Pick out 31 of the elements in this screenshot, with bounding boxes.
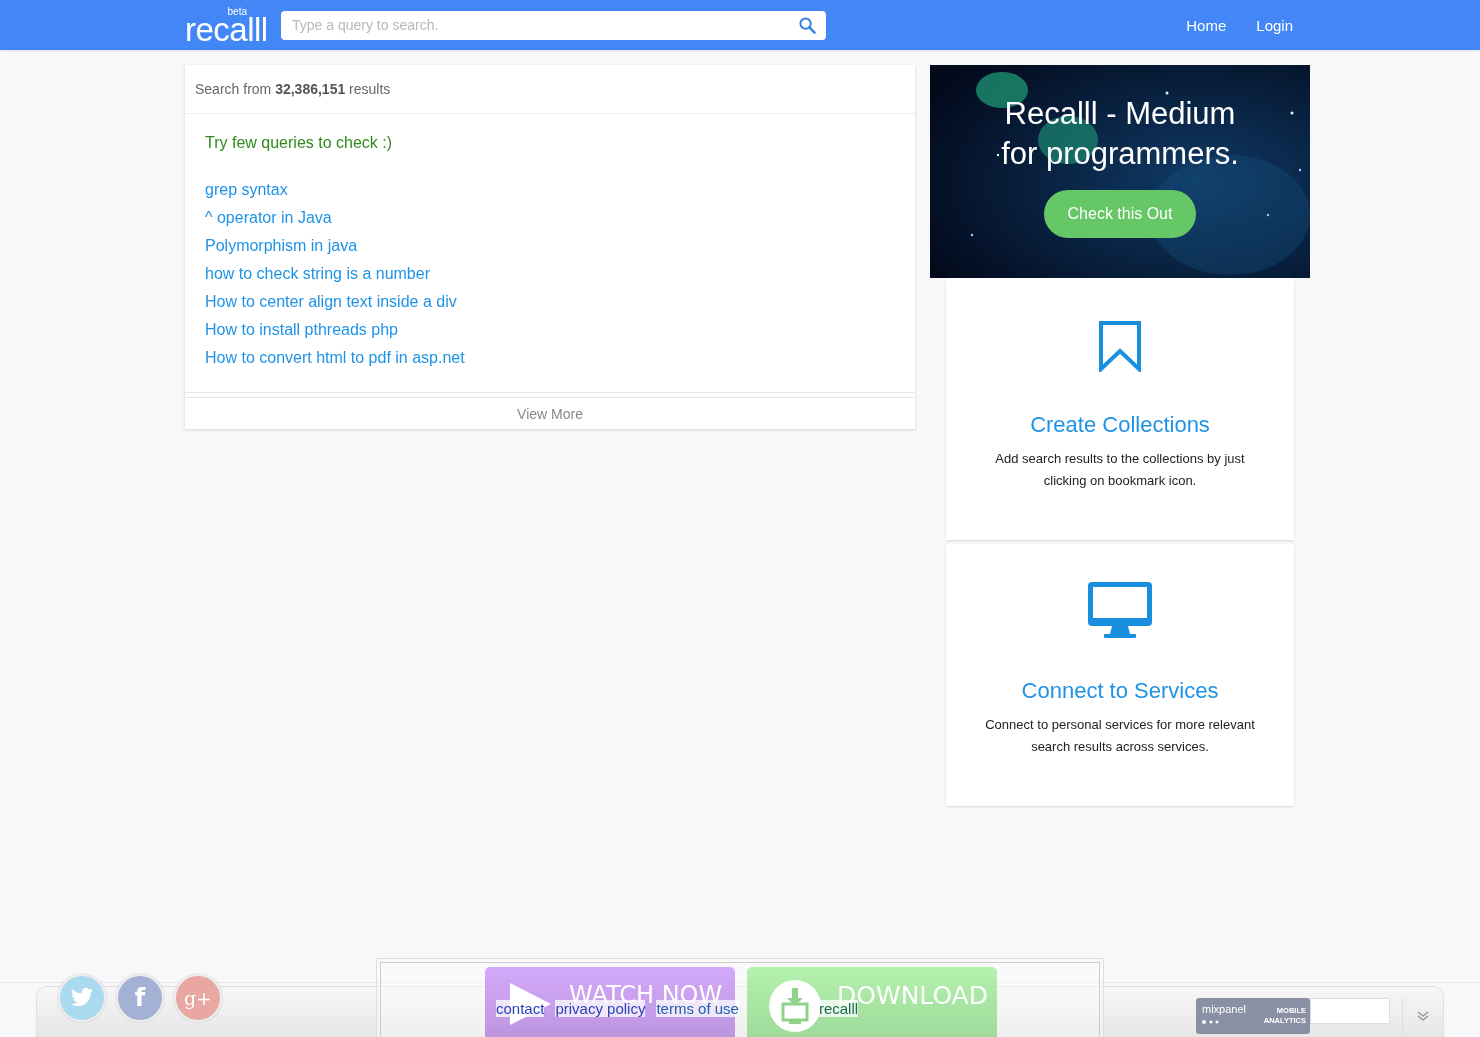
results-summary: Search from 32,386,151 results bbox=[185, 65, 915, 114]
view-more-button[interactable]: View More bbox=[185, 397, 915, 429]
footer-link[interactable]: contact bbox=[496, 1000, 545, 1017]
query-link[interactable]: ^ operator in Java bbox=[205, 204, 332, 232]
search-field[interactable]: Type a query to search. bbox=[281, 10, 826, 40]
check-out-button[interactable]: Check this Out bbox=[1044, 190, 1196, 238]
query-link[interactable]: grep syntax bbox=[205, 176, 288, 204]
query-link[interactable]: How to convert html to pdf in asp.net bbox=[205, 344, 465, 372]
promo-title: Recalll - Medium for programmers. bbox=[1001, 95, 1239, 173]
query-link[interactable]: How to center align text inside a div bbox=[205, 288, 457, 316]
download-icon bbox=[769, 980, 821, 1032]
nav-link[interactable]: Login bbox=[1256, 16, 1293, 34]
query-link[interactable]: How to install pthreads php bbox=[205, 316, 398, 344]
feature-description: Add search results to the collections by just clicking on bookmark icon. bbox=[994, 450, 1246, 490]
twitter-button[interactable] bbox=[58, 974, 106, 1022]
feature-title: Create Collections bbox=[1030, 412, 1210, 438]
bird-icon bbox=[70, 988, 94, 1008]
search-icon[interactable] bbox=[799, 16, 816, 34]
nav-link[interactable]: Home bbox=[1186, 16, 1227, 34]
footer-link[interactable]: recalll bbox=[818, 1000, 859, 1017]
chevron-down-icon[interactable] bbox=[1417, 1010, 1429, 1022]
google-plus-button[interactable]: g+ bbox=[174, 974, 222, 1022]
queries-heading: Try few queries to check :) bbox=[205, 134, 393, 153]
query-link[interactable]: Polymorphism in java bbox=[205, 232, 358, 260]
footer-search-field[interactable] bbox=[1310, 998, 1390, 1024]
feature-title: Connect to Services bbox=[1021, 678, 1219, 704]
facebook-button[interactable]: f bbox=[116, 974, 164, 1022]
bookmark-icon bbox=[1098, 320, 1142, 372]
monitor-icon bbox=[1088, 582, 1152, 638]
query-link[interactable]: how to check string is a number bbox=[205, 260, 430, 288]
feature-description: Connect to personal services for more relevant search results across services. bbox=[984, 716, 1256, 756]
